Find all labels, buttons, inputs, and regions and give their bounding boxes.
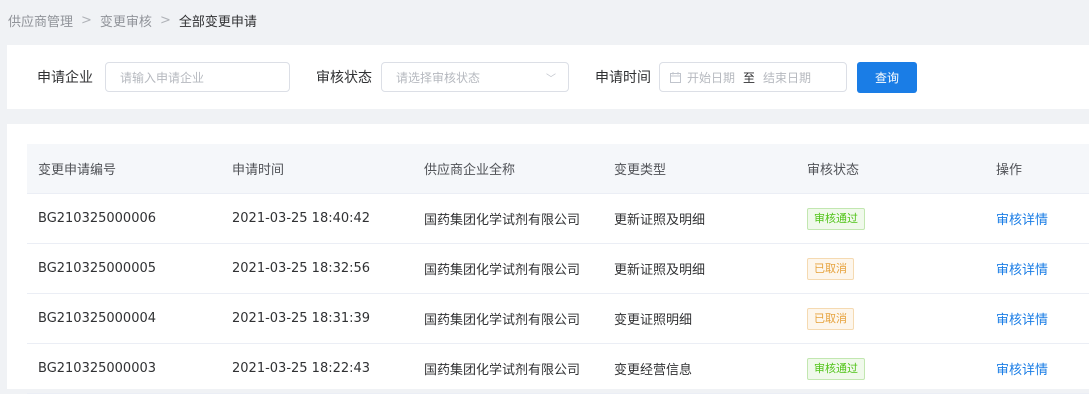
breadcrumb-item-all-requests: 全部变更申请 xyxy=(178,15,257,30)
table-row: BG210325000005 2021-03-25 18:32:56 国药集团化学试… xyxy=(27,244,1089,294)
status-cell: 已取消 xyxy=(807,294,854,343)
supplier-company: 国药集团化学试剂有限公司 xyxy=(424,213,581,228)
status-select-placeholder: 请选择审核状态 xyxy=(396,70,481,85)
change-type: 更新证照及明细 xyxy=(614,263,706,278)
change-type: 变更经营信息 xyxy=(614,363,693,378)
request-time: 2021-03-25 18:32:56 xyxy=(232,261,371,276)
change-type: 更新证照及明细 xyxy=(614,213,706,228)
status-badge: 已取消 xyxy=(807,257,854,280)
column-header-type: 变更类型 xyxy=(614,163,667,178)
status-label: 审核状态 xyxy=(316,70,372,86)
results-panel: 变更申请编号 申请时间 供应商企业全称 变更类型 审核状态 操作 BG21032… xyxy=(7,124,1089,394)
review-details-link[interactable]: 审核详情 xyxy=(996,259,1048,278)
request-time: 2021-03-25 18:40:42 xyxy=(232,211,371,226)
breadcrumb-separator: > xyxy=(159,13,171,28)
filter-panel: 申请企业 请输入申请企业 审核状态 请选择审核状态 ﹀ 申请时间 开始日期 至 … xyxy=(7,45,1089,109)
action-cell: 审核详情 xyxy=(996,294,1048,343)
time-label: 申请时间 xyxy=(595,70,651,86)
status-select[interactable]: 请选择审核状态 ﹀ xyxy=(381,62,569,92)
action-cell: 审核详情 xyxy=(996,244,1048,293)
company-input-placeholder: 请输入申请企业 xyxy=(120,70,205,85)
status-cell: 已取消 xyxy=(807,244,854,293)
action-cell: 审核详情 xyxy=(996,194,1048,243)
request-id: BG210325000004 xyxy=(38,311,157,326)
range-separator: 至 xyxy=(743,70,756,85)
company-input[interactable]: 请输入申请企业 xyxy=(105,62,290,92)
change-requests-table: 变更申请编号 申请时间 供应商企业全称 变更类型 审核状态 操作 BG21032… xyxy=(27,144,1089,394)
column-header-time: 申请时间 xyxy=(232,163,285,178)
supplier-company: 国药集团化学试剂有限公司 xyxy=(424,363,581,378)
table-row: BG210325000004 2021-03-25 18:31:39 国药集团化学试… xyxy=(27,294,1089,344)
status-badge: 审核通过 xyxy=(807,207,865,230)
date-range-picker[interactable]: 开始日期 至 结束日期 xyxy=(659,62,847,92)
request-time: 2021-03-25 18:22:43 xyxy=(232,361,371,376)
breadcrumb: 供应商管理 > 变更审核 > 全部变更申请 xyxy=(8,11,257,30)
calendar-icon xyxy=(670,71,681,83)
request-id: BG210325000003 xyxy=(38,361,157,376)
table-header: 变更申请编号 申请时间 供应商企业全称 变更类型 审核状态 操作 xyxy=(27,144,1089,194)
request-id: BG210325000005 xyxy=(38,261,157,276)
query-button[interactable]: 查询 xyxy=(857,62,917,93)
supplier-company: 国药集团化学试剂有限公司 xyxy=(424,263,581,278)
breadcrumb-separator: > xyxy=(81,13,92,28)
request-time: 2021-03-25 18:31:39 xyxy=(232,311,371,326)
end-date-placeholder[interactable]: 结束日期 xyxy=(763,69,811,86)
status-badge: 审核通过 xyxy=(807,357,865,380)
start-date-placeholder[interactable]: 开始日期 xyxy=(687,69,735,86)
column-header-action: 操作 xyxy=(996,163,1023,178)
review-details-link[interactable]: 审核详情 xyxy=(996,359,1048,378)
column-header-id: 变更申请编号 xyxy=(38,163,117,178)
action-cell: 审核详情 xyxy=(996,344,1048,393)
review-details-link[interactable]: 审核详情 xyxy=(996,309,1048,328)
table-row: BG210325000006 2021-03-25 18:40:42 国药集团化学试… xyxy=(27,194,1089,244)
change-type: 变更证照明细 xyxy=(614,313,693,328)
company-label: 申请企业 xyxy=(37,70,93,86)
table-row: BG210325000003 2021-03-25 18:22:43 国药集团化学试… xyxy=(27,344,1089,394)
breadcrumb-item-supplier-management[interactable]: 供应商管理 xyxy=(8,11,73,30)
chevron-down-icon: ﹀ xyxy=(546,74,556,85)
column-header-status: 审核状态 xyxy=(807,163,860,178)
status-cell: 审核通过 xyxy=(807,194,865,243)
supplier-company: 国药集团化学试剂有限公司 xyxy=(424,313,581,328)
status-cell: 审核通过 xyxy=(807,344,865,393)
review-details-link[interactable]: 审核详情 xyxy=(996,209,1048,228)
status-badge: 已取消 xyxy=(807,307,854,330)
request-id: BG210325000006 xyxy=(38,211,157,226)
breadcrumb-item-change-review[interactable]: 变更审核 xyxy=(100,11,152,30)
column-header-company: 供应商企业全称 xyxy=(424,163,516,178)
